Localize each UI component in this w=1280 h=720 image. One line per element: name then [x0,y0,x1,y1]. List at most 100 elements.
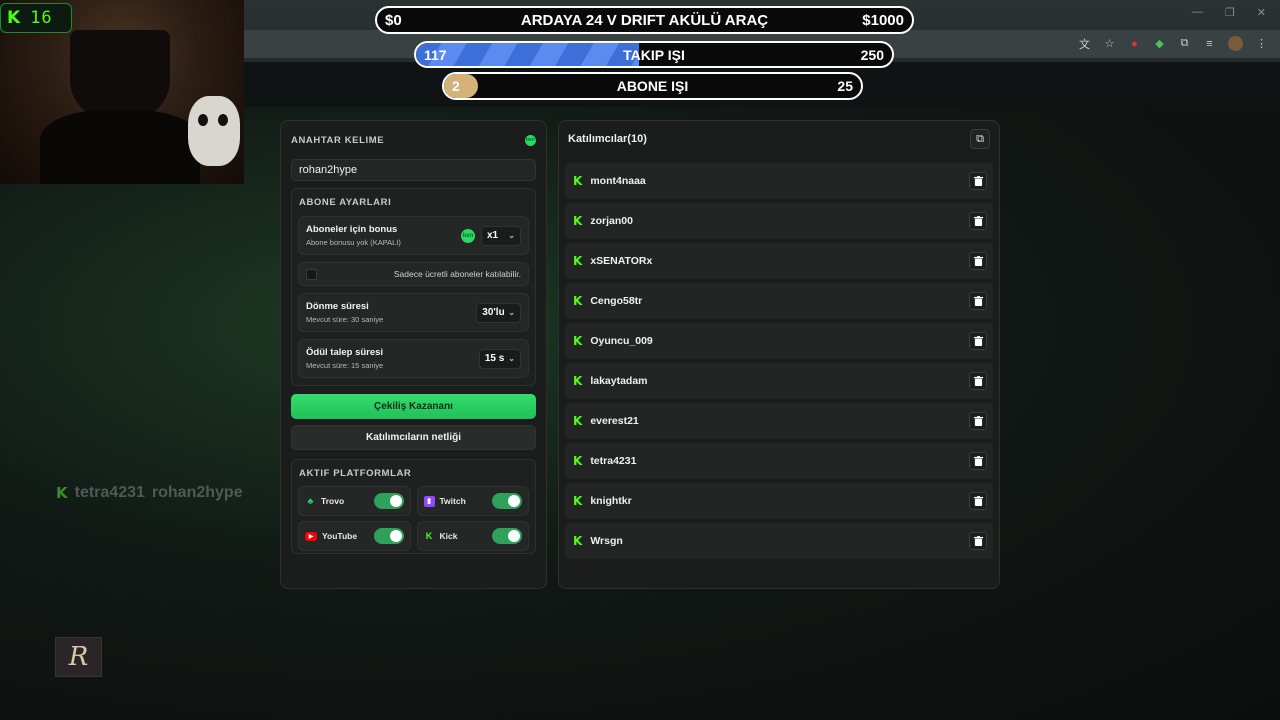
platform-youtube: ▶ YouTube [298,521,411,551]
participant-row: Keverest21 [565,403,993,439]
extension-red-icon[interactable]: ● [1128,37,1141,50]
copy-icon[interactable]: ⧉ [970,129,990,149]
participants-title: Katılımcılar(10) [568,133,647,145]
claim-duration-value: 15 s [484,353,505,364]
menu-dots-icon[interactable]: ⋮ [1255,37,1268,50]
spin-duration-description: Mevcut süre: 30 saniye [306,315,384,324]
goal-title: ARDAYA 24 V DRIFT AKÜLÜ ARAÇ [520,11,769,29]
kick-icon: K [425,531,433,541]
paid-only-checkbox[interactable] [306,268,317,280]
participant-row: Klakaytadam [565,363,993,399]
restore-icon[interactable]: ❐ [1225,6,1235,19]
chevron-down-icon: ⌄ [508,308,515,317]
clear-participants-button[interactable]: Katılımcıların netliği [291,425,536,450]
chevron-down-icon: ⌄ [508,231,515,240]
close-icon[interactable]: ✕ [1257,6,1266,19]
trash-icon[interactable] [969,172,987,190]
active-platforms-box: AKTIF PLATFORMLAR ♣ Trovo ▮ Twitch ▶ YouTub… [291,459,536,554]
keyword-input[interactable] [291,159,536,181]
goal-title: TAKIP IŞI [623,46,685,63]
trash-icon[interactable] [969,252,987,270]
paid-only-label: Sadece ücretli aboneler katılabilir. [393,269,521,279]
overlay-name: rohan2hype [151,484,243,501]
goal-target-value: $1000 [862,11,904,29]
kick-icon: K [573,374,583,388]
reading-list-icon[interactable]: ≡ [1203,37,1216,50]
claim-duration-setting: Ödül talep süresi Mevcut süre: 15 saniye… [298,339,529,378]
claim-duration-select[interactable]: 15 s ⌄ [478,348,521,369]
bonus-multiplier-value: x1 [487,230,499,241]
platform-trovo: ♣ Trovo [298,486,411,516]
trash-icon[interactable] [969,332,987,350]
participant-name: everest21 [590,415,639,427]
extension-icons: 文 ☆ ● ◆ ⧉ ≡ ⋮ [1078,36,1268,51]
goal-title: ABONE IŞI [616,78,689,94]
twitch-toggle[interactable] [492,493,522,509]
kick-icon: K [573,174,583,188]
participant-name-group: Kzorjan00 [573,214,633,228]
window-controls: — ❐ ✕ [1192,6,1266,19]
trash-icon[interactable] [969,492,987,510]
participant-name-group: Ktetra4231 [573,454,636,468]
participant-name: Wrsgn [590,535,623,547]
spin-duration-value: 30'lu [482,307,505,318]
chevron-down-icon: ⌄ [508,354,515,363]
goal-target-value: 25 [837,78,853,94]
overlay-recent-names: K tetra4231 rohan2hype [56,484,243,502]
platform-twitch: ▮ Twitch [416,486,529,516]
kick-icon: K [56,484,68,502]
trash-icon[interactable] [969,452,987,470]
trash-icon[interactable] [969,412,987,430]
kick-icon: K [573,494,583,508]
puzzle-icon[interactable]: ⧉ [1178,37,1191,50]
shield-icon[interactable]: ◆ [1153,37,1166,50]
spin-duration-setting: Dönme süresi Mevcut süre: 30 saniye 30'l… [298,293,529,332]
kick-icon: K [573,414,583,428]
bonus-multiplier-select[interactable]: x1 ⌄ [481,225,521,246]
webcam-feed: K 16 [0,0,244,184]
bookmark-star-icon[interactable]: ☆ [1103,37,1116,50]
participant-name-group: K Wrsgn [573,534,623,548]
paid-only-row[interactable]: Sadece ücretli aboneler katılabilir. [298,262,529,286]
subscriber-settings-title: ABONE AYARLARI [299,197,392,208]
platform-kick: K Kick [416,521,529,551]
trash-icon[interactable] [969,212,987,230]
trovo-icon: ♣ [307,496,314,506]
platform-name: Kick [439,531,458,541]
youtube-icon: ▶ [305,531,317,541]
trash-icon[interactable] [969,532,987,550]
keyword-title: ANAHTAR KELIME [291,134,385,146]
translate-icon[interactable]: 文 [1078,37,1091,51]
profile-avatar[interactable] [1228,36,1243,51]
participant-name-group: K Cengo58tr [573,294,642,308]
spin-duration-select[interactable]: 30'lu ⌄ [476,302,521,323]
kick-icon: K [7,8,21,28]
participant-row: Kmont4naaa [565,163,993,199]
participant-name: Oyuncu_009 [590,335,653,347]
kick-icon: K [573,214,583,228]
draw-winner-button[interactable]: Çekiliş Kazananı [291,394,536,419]
minimize-icon[interactable]: — [1192,6,1203,19]
platform-name: Twitch [439,496,466,506]
goal-target-value: 250 [860,46,884,63]
platform-name: YouTube [322,531,358,541]
overlay-name: tetra4231 [74,484,145,501]
goal-bar-donation: $0 ARDAYA 24 V DRIFT AKÜLÜ ARAÇ $1000 [375,6,914,34]
participant-row: KxSENATORx [565,243,993,279]
kick-icon: K [573,334,583,348]
viewer-count: 16 [30,8,53,28]
webcam-person [40,110,200,184]
panda-plush [188,96,240,166]
participant-name-group: Kknightkr [573,494,632,508]
platform-grid: ♣ Trovo ▮ Twitch ▶ YouTube K Kick [298,486,529,551]
trovo-toggle[interactable] [373,493,404,509]
goal-bar-subscribe: 2 ABONE IŞI 25 [442,72,863,100]
claim-duration-label: Ödül talep süresi [306,347,384,358]
trash-icon[interactable] [969,292,987,310]
participant-name: knightkr [590,495,632,507]
participant-name-group: Keverest21 [573,414,639,428]
trash-icon[interactable] [969,372,987,390]
participants-list: Kmont4naaa Kzorjan00 KxSENATORx K Cengo58tr K… [565,163,993,559]
kick-toggle[interactable] [492,528,522,544]
youtube-toggle[interactable] [373,528,404,544]
